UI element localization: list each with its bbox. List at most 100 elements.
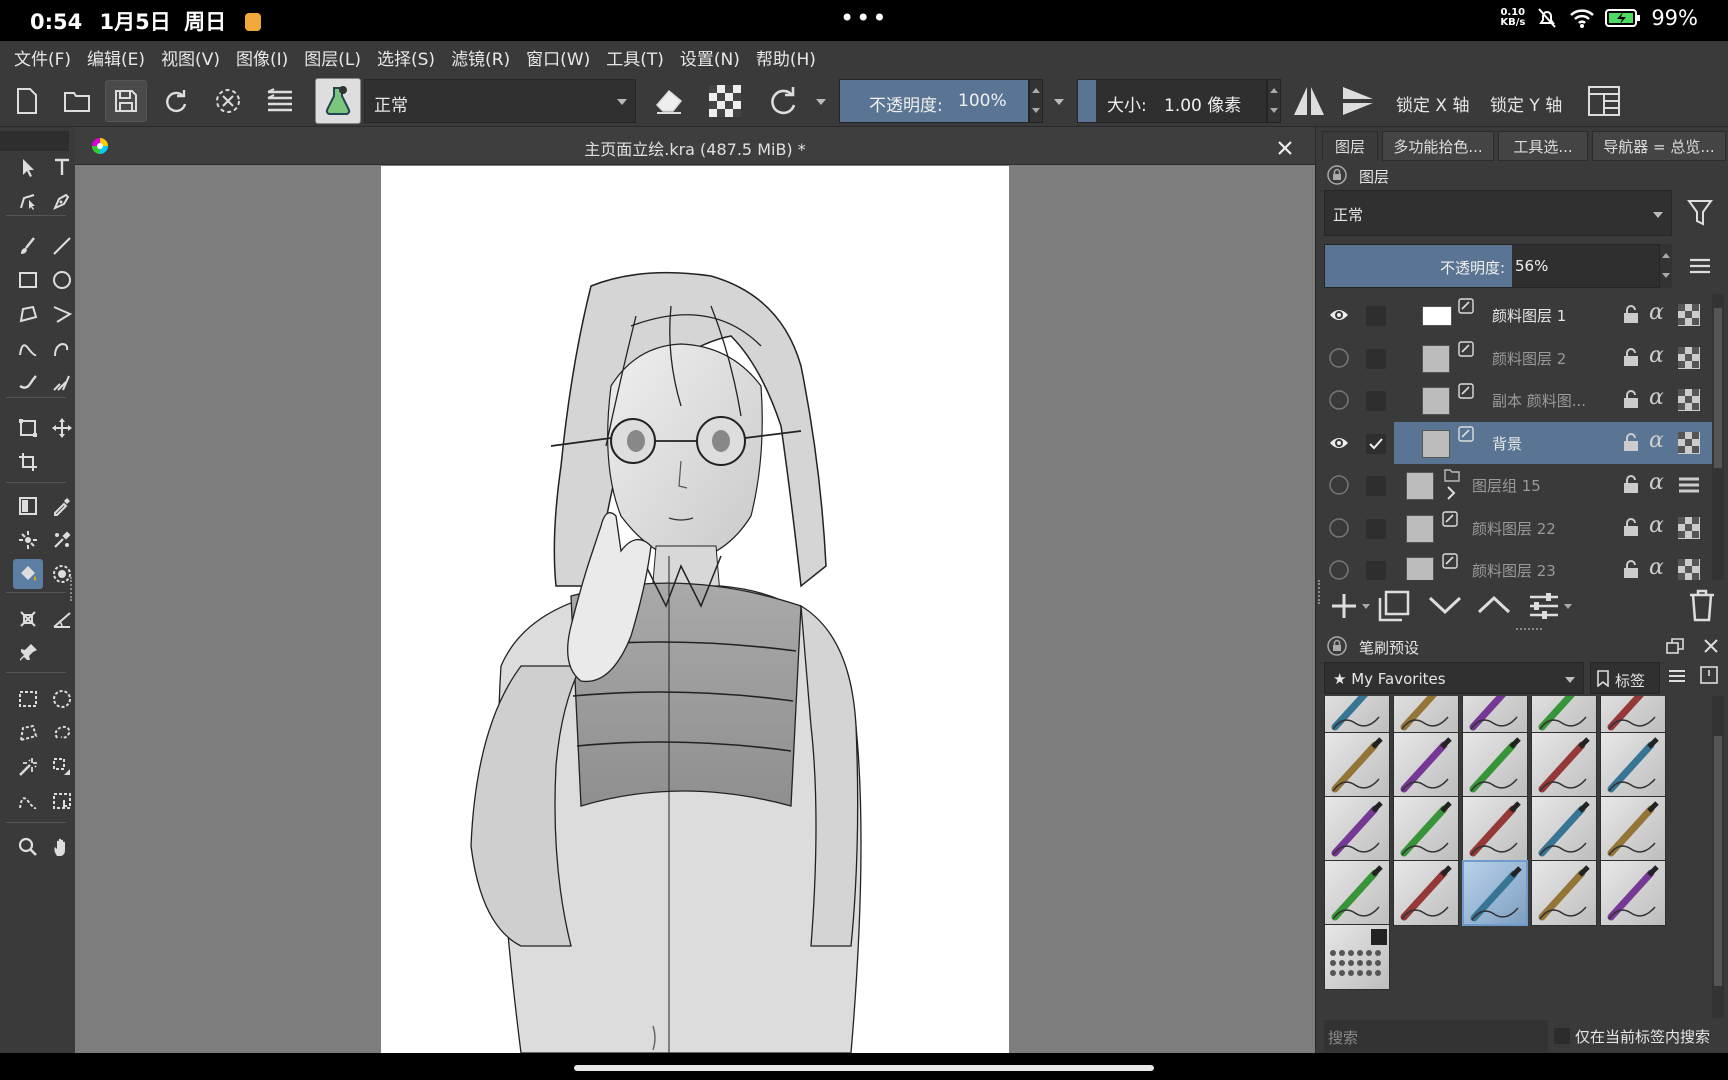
move-layer-down-icon[interactable] — [1428, 594, 1462, 616]
select-shapes-tool[interactable] — [13, 152, 43, 182]
add-layer-icon[interactable] — [1330, 592, 1358, 620]
float-panel-icon[interactable] — [1666, 638, 1684, 654]
layer-opacity-slider[interactable]: 不透明度: 56% — [1324, 244, 1660, 288]
inherit-alpha-icon[interactable] — [1678, 389, 1700, 411]
multitask-dots[interactable]: ••• — [840, 4, 888, 32]
inherit-alpha-icon[interactable] — [1678, 346, 1700, 369]
line-tool[interactable] — [47, 231, 77, 261]
brush-preset-item[interactable] — [1531, 796, 1597, 862]
enclose-fill-tool[interactable] — [47, 559, 77, 589]
multibrush-tool[interactable] — [47, 367, 77, 397]
menu-image[interactable]: 图像(I) — [228, 45, 296, 70]
brush-preset-item[interactable] — [1393, 860, 1459, 926]
lock-icon[interactable] — [1622, 474, 1640, 494]
brush-preset-item[interactable] — [1324, 796, 1390, 862]
chevron-down-icon[interactable] — [1362, 604, 1370, 609]
resource-manager-icon[interactable] — [1700, 666, 1718, 684]
reload-preset-button[interactable] — [762, 80, 804, 122]
chevron-down-icon[interactable] — [1564, 604, 1572, 609]
search-current-tag-checkbox[interactable] — [1554, 1028, 1570, 1044]
eye-hidden-icon[interactable] — [1328, 389, 1350, 411]
tag-button[interactable]: 标签 — [1590, 662, 1660, 694]
layer-checkbox[interactable] — [1366, 518, 1386, 539]
panel-splitter[interactable] — [1516, 628, 1542, 631]
alpha-lock-icon[interactable]: α — [1649, 385, 1664, 410]
brush-preset-item[interactable] — [1393, 796, 1459, 862]
canvas-document[interactable] — [381, 166, 1009, 1053]
dynamic-brush-tool[interactable] — [13, 367, 43, 397]
menu-layer[interactable]: 图层(L) — [296, 45, 369, 70]
move-layer-up-icon[interactable] — [1477, 594, 1511, 616]
lock-icon[interactable] — [1622, 559, 1640, 579]
brush-preset-item[interactable] — [1324, 924, 1390, 990]
eye-hidden-icon[interactable] — [1328, 559, 1350, 580]
new-document-button[interactable] — [6, 80, 48, 122]
color-picker-tool[interactable] — [47, 491, 77, 521]
alpha-lock-icon[interactable]: α — [1649, 470, 1664, 495]
bezier-curve-tool[interactable] — [13, 333, 43, 363]
freehand-path-tool[interactable] — [47, 333, 77, 363]
inherit-alpha-icon[interactable] — [1678, 516, 1700, 539]
brush-preset-item[interactable] — [1462, 732, 1528, 798]
lock-icon[interactable] — [1622, 432, 1640, 452]
save-button[interactable] — [105, 80, 147, 122]
hamburger-menu-icon[interactable] — [1690, 258, 1710, 274]
menu-file[interactable]: 文件(F) — [6, 45, 79, 70]
close-panel-icon[interactable] — [1704, 639, 1718, 653]
layer-opacity-spinner[interactable] — [1660, 244, 1672, 288]
lock-icon[interactable] — [1622, 517, 1640, 537]
panel-lock-icon[interactable] — [1327, 636, 1347, 656]
layer-checkbox[interactable] — [1366, 433, 1386, 454]
menu-edit[interactable]: 编辑(E) — [79, 45, 153, 70]
select-opaque-button[interactable] — [259, 80, 301, 122]
layer-checkbox[interactable] — [1366, 561, 1386, 580]
layer-row[interactable]: 颜料图层 23 α — [1322, 549, 1712, 580]
delete-layer-icon[interactable] — [1688, 588, 1716, 622]
brush-preset-item[interactable] — [1600, 732, 1666, 798]
eye-hidden-icon[interactable] — [1328, 474, 1350, 496]
redo-button[interactable] — [155, 80, 197, 122]
current-brush-preset-button[interactable] — [315, 78, 361, 124]
mirror-horizontal-button[interactable] — [1288, 80, 1330, 122]
bezier-selection-tool[interactable] — [13, 786, 43, 816]
polygonal-selection-tool[interactable] — [13, 718, 43, 748]
layer-row[interactable]: 颜料图层 2 α — [1322, 337, 1712, 379]
inherit-alpha-icon[interactable] — [1678, 559, 1700, 580]
mirror-vertical-button[interactable] — [1337, 80, 1379, 122]
elliptical-selection-tool[interactable] — [47, 684, 77, 714]
close-document-icon[interactable] — [1278, 141, 1292, 155]
lock-icon[interactable] — [1622, 304, 1640, 324]
brush-preset-item[interactable] — [1600, 860, 1666, 926]
brush-preset-item[interactable] — [1531, 732, 1597, 798]
brush-preset-item[interactable] — [1462, 796, 1528, 862]
blend-mode-dropdown[interactable]: 正常 — [364, 79, 636, 123]
lock-x-axis-button[interactable]: 锁定 X 轴 — [1396, 91, 1469, 116]
smart-patch-tool[interactable] — [47, 525, 77, 555]
brush-preset-item[interactable] — [1393, 732, 1459, 798]
brush-grid-scrollbar[interactable] — [1712, 696, 1724, 1018]
home-gesture-handle[interactable] — [574, 1065, 1154, 1071]
layer-checkbox[interactable] — [1366, 348, 1386, 369]
polyline-tool[interactable] — [47, 299, 77, 329]
brush-preset-item[interactable] — [1600, 696, 1666, 736]
freehand-selection-tool[interactable] — [47, 718, 77, 748]
brush-preset-item[interactable] — [1324, 732, 1390, 798]
brush-preset-item[interactable] — [1462, 696, 1528, 736]
menu-window[interactable]: 窗口(W) — [518, 45, 598, 70]
rectangular-selection-tool[interactable] — [13, 684, 43, 714]
inherit-alpha-icon[interactable] — [1678, 431, 1700, 454]
eye-icon[interactable] — [1328, 304, 1350, 326]
eye-hidden-icon[interactable] — [1328, 347, 1350, 369]
layer-checkbox[interactable] — [1366, 391, 1386, 411]
text-tool[interactable] — [47, 152, 77, 182]
deselect-button[interactable] — [207, 80, 249, 122]
menu-view[interactable]: 视图(V) — [153, 45, 228, 70]
brush-tag-dropdown[interactable]: ★ My Favorites — [1324, 662, 1584, 694]
brush-size-slider[interactable]: 大小: 1.00 像素 — [1077, 79, 1267, 123]
preserve-alpha-button[interactable] — [704, 80, 746, 122]
tab-tool-options[interactable]: 工具选... — [1498, 131, 1588, 161]
brush-preset-item[interactable] — [1462, 860, 1528, 926]
layer-row[interactable]: 背景 α — [1322, 421, 1712, 464]
lock-icon[interactable] — [1622, 389, 1640, 409]
similar-selection-tool[interactable] — [47, 752, 77, 782]
